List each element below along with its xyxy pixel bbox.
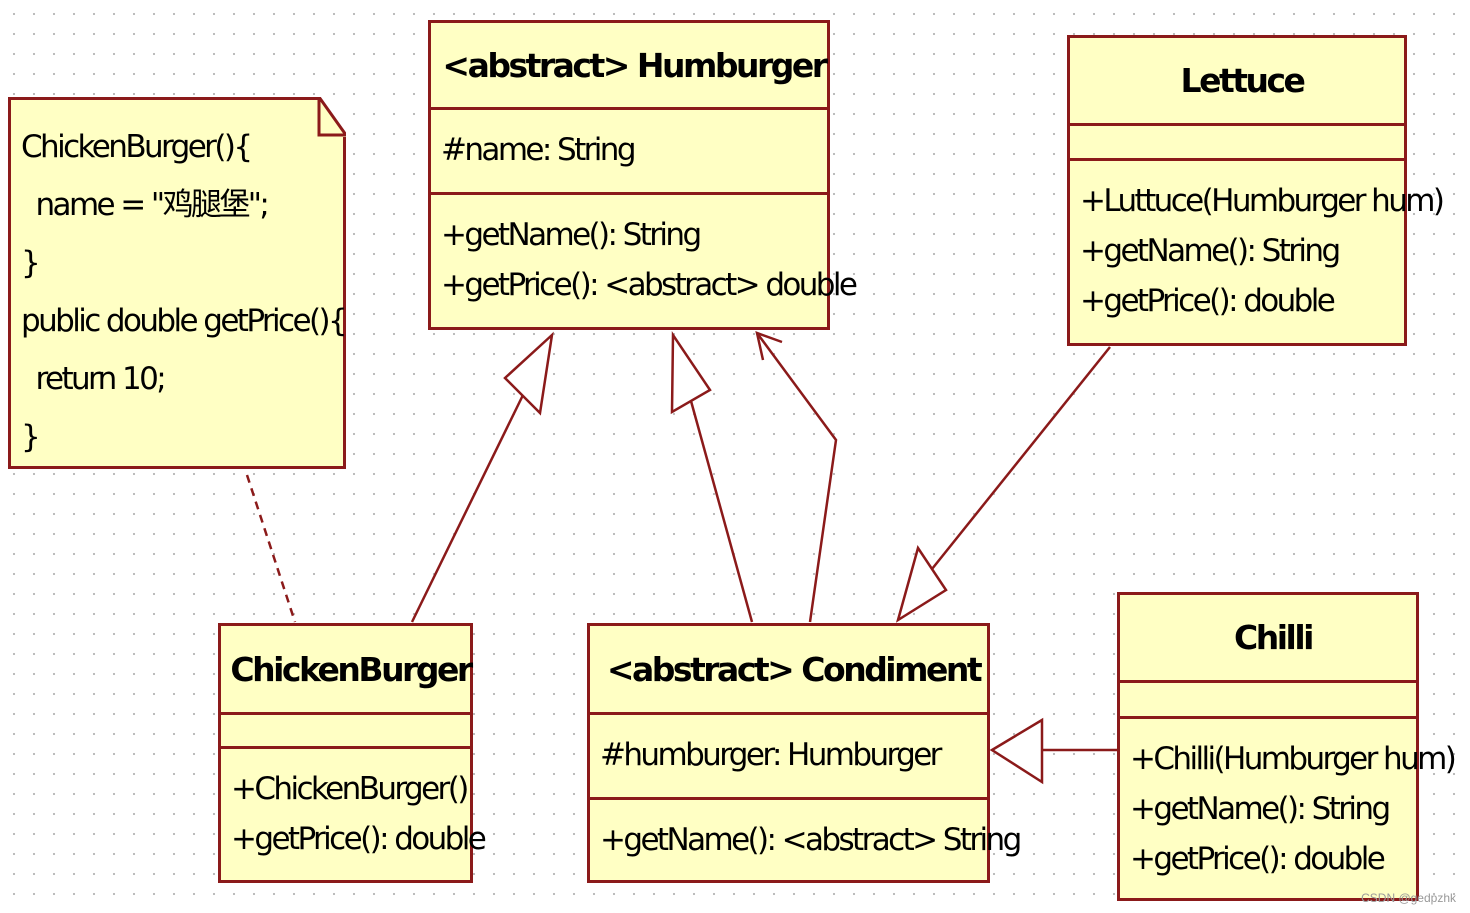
generalization-arrow-icon — [670, 330, 712, 415]
lettuce-generalization-line — [931, 346, 1111, 570]
generalization-arrow-icon — [989, 717, 1044, 785]
watermark: CSDN @gedpzhk — [1361, 891, 1456, 905]
class-name: <abstract> Condiment — [606, 649, 983, 689]
method: +getPrice(): <abstract> double — [441, 267, 858, 303]
condiment-association-line — [755, 332, 838, 623]
method: +getPrice(): double — [1130, 841, 1386, 877]
class-name: ChickenBurger — [230, 649, 473, 689]
note-anchor-line — [245, 474, 297, 623]
class-name: Chilli — [1234, 618, 1314, 657]
attributes — [1070, 123, 1404, 158]
attribute: #humburger: Humburger — [600, 737, 942, 773]
attribute: #name: String — [441, 132, 637, 168]
class-chickenburger[interactable]: ChickenBurger +ChickenBurger() +getPrice… — [218, 623, 487, 883]
class-chilli[interactable]: Chilli +Chilli(Humburger hum) +getName()… — [1117, 592, 1457, 901]
class-name: Lettuce — [1180, 61, 1306, 100]
method: +Chilli(Humburger hum) — [1130, 741, 1457, 777]
class-humburger[interactable]: <abstract> Humburger #name: String +getN… — [428, 20, 858, 330]
method: +getPrice(): double — [1080, 283, 1336, 319]
method: +getName(): String — [1080, 233, 1341, 269]
class-lettuce[interactable]: Lettuce +Luttuce(Humburger hum) +getName… — [1067, 35, 1445, 346]
note[interactable]: ChickenBurger(){ name = "鸡腿堡";} public do… — [8, 97, 348, 469]
methods: +getName(): <abstract> String — [590, 797, 1022, 865]
methods: +Chilli(Humburger hum) +getName(): Strin… — [1120, 716, 1457, 884]
methods: +Luttuce(Humburger hum) +getName(): Stri… — [1070, 158, 1445, 326]
methods: +getName(): String +getPrice(): <abstrac… — [431, 192, 858, 310]
attributes — [1120, 680, 1416, 716]
methods: +ChickenBurger() +getPrice(): double — [221, 746, 487, 864]
note-text: ChickenBurger(){ name = "鸡腿堡";} public do… — [21, 129, 348, 455]
class-name: <abstract> Humburger — [442, 45, 828, 85]
method: +getPrice(): double — [231, 821, 487, 857]
method: +getName(): String — [441, 217, 702, 253]
attributes: #name: String — [431, 107, 827, 192]
method: +getName(): <abstract> String — [600, 822, 1022, 858]
chickenburger-generalization-line — [410, 394, 525, 623]
method: +ChickenBurger() — [231, 771, 469, 807]
class-condiment[interactable]: <abstract> Condiment #humburger: Humburg… — [587, 623, 1022, 883]
attributes — [221, 712, 470, 746]
generalization-arrow-icon — [503, 331, 554, 416]
condiment-generalization-line — [689, 400, 754, 623]
method: +getName(): String — [1130, 791, 1391, 827]
method: +Luttuce(Humburger hum) — [1080, 183, 1445, 219]
attributes: #humburger: Humburger — [590, 712, 987, 797]
